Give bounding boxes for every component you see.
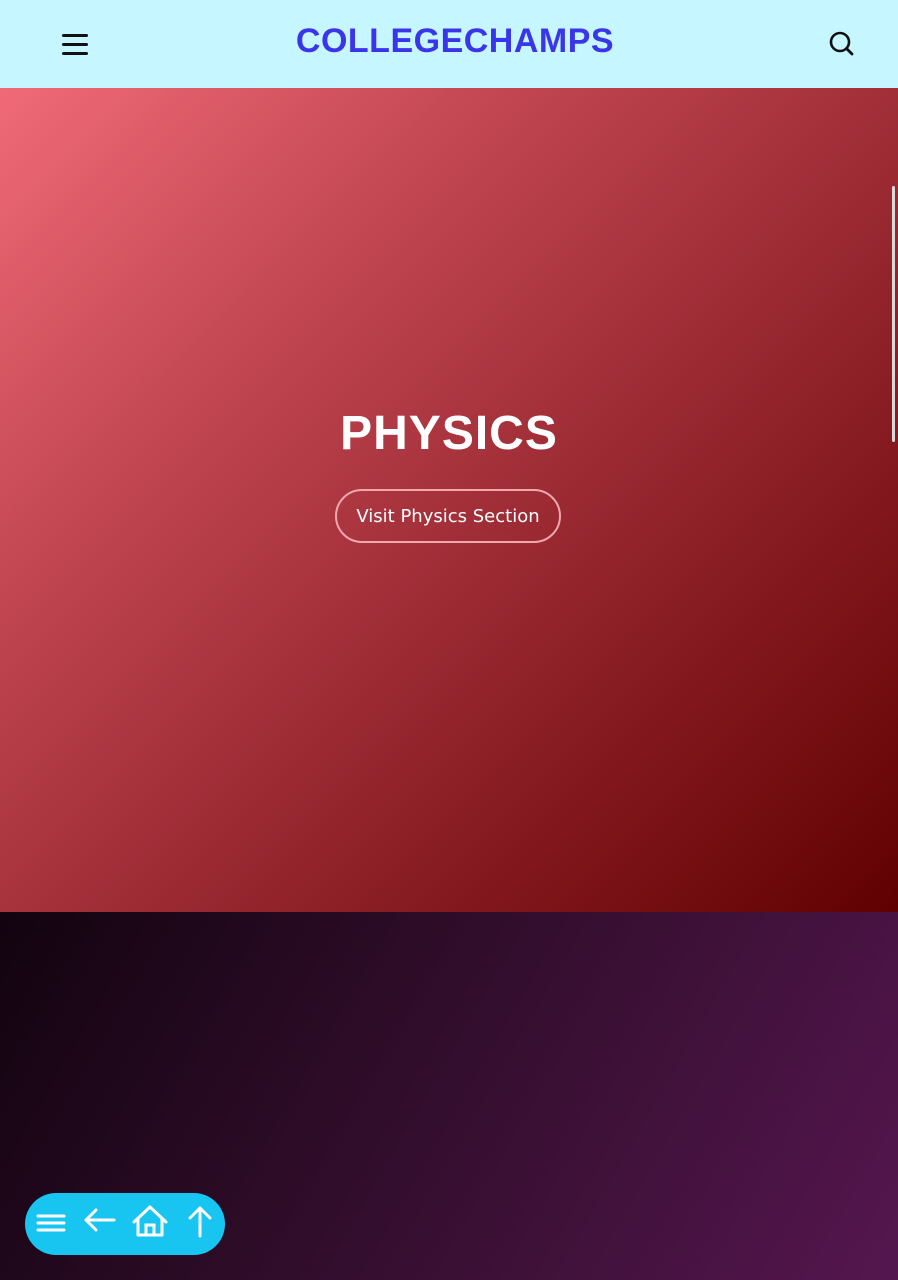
site-brand-link[interactable]: COLLEGECHAMPS xyxy=(0,22,898,61)
scrollbar-thumb[interactable] xyxy=(892,186,895,442)
home-button[interactable] xyxy=(128,1202,172,1246)
physics-hero-section: PHYSICS Visit Physics Section xyxy=(0,88,898,912)
scroll-to-top-button[interactable] xyxy=(178,1202,222,1246)
search-button[interactable] xyxy=(826,26,858,60)
hamburger-menu-icon xyxy=(36,1214,66,1232)
home-icon xyxy=(132,1205,168,1237)
back-arrow-icon xyxy=(84,1208,116,1232)
top-navbar: COLLEGECHAMPS xyxy=(0,0,898,88)
visit-physics-section-button[interactable]: Visit Physics Section xyxy=(335,489,561,543)
hero-title: PHYSICS xyxy=(340,407,558,460)
floating-nav-bar xyxy=(25,1193,225,1255)
up-arrow-icon xyxy=(188,1206,212,1238)
search-icon xyxy=(829,31,854,56)
back-button[interactable] xyxy=(78,1202,122,1246)
floating-menu-button[interactable] xyxy=(28,1202,72,1246)
